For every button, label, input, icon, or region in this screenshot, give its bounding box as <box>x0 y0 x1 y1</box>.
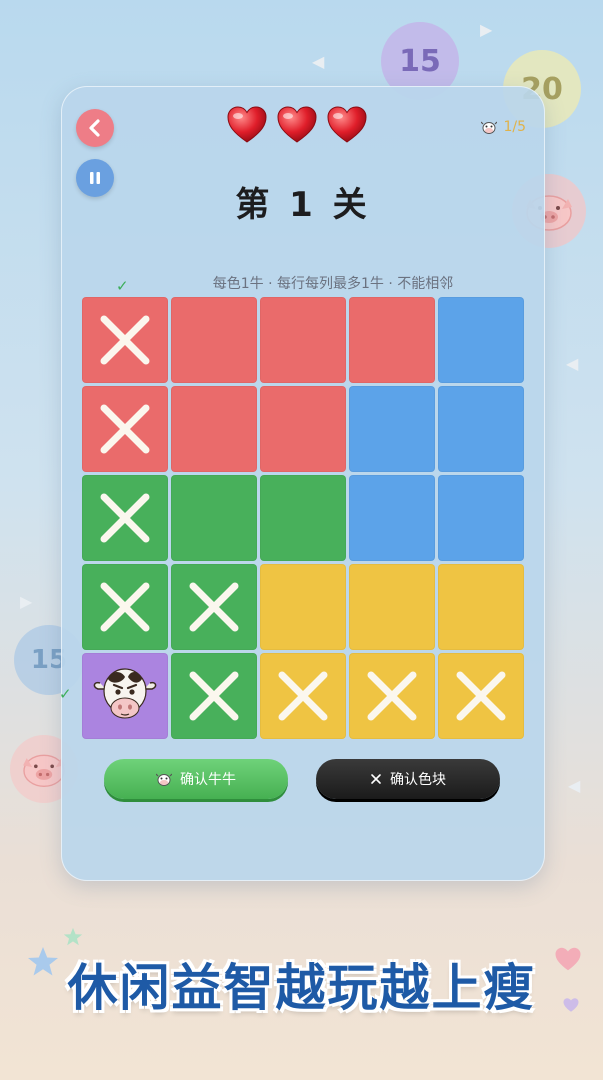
grid-cell-red[interactable] <box>260 297 346 383</box>
heart-icon <box>227 106 267 143</box>
cross-mark-icon <box>100 493 150 543</box>
confirm-cow-label: 确认牛牛 <box>180 772 236 788</box>
puzzle-grid <box>82 297 524 741</box>
grid-cell-green[interactable] <box>171 475 257 561</box>
grid-cell-red[interactable] <box>82 386 168 472</box>
grid-cell-blue[interactable] <box>349 386 435 472</box>
game-panel: 1/5 第 1 关 每色1牛 · 每行每列最多1牛 · 不能相邻 ✓ ✓ 确认牛… <box>59 86 545 881</box>
triangle-decoration-icon: ◀ <box>312 52 325 71</box>
grid-cell-yellow[interactable] <box>260 653 346 739</box>
grid-cell-yellow[interactable] <box>438 564 524 650</box>
grid-cell-yellow[interactable] <box>349 653 435 739</box>
column-check-icon: ✓ <box>116 277 129 295</box>
grid-cell-blue[interactable] <box>438 475 524 561</box>
cow-icon <box>156 773 172 786</box>
confirm-block-button[interactable]: 确认色块 <box>316 759 500 799</box>
cow-progress: 1/5 <box>481 119 526 135</box>
cross-mark-icon <box>456 671 506 721</box>
grid-cell-blue[interactable] <box>349 475 435 561</box>
grid-cell-purple[interactable] <box>82 653 168 739</box>
row-check-icon: ✓ <box>59 685 72 703</box>
lives-indicator <box>226 105 368 145</box>
triangle-decoration-icon: ▶ <box>20 592 33 611</box>
progress-text: 1/5 <box>503 119 526 135</box>
heart-icon <box>277 106 317 143</box>
star-decoration-icon <box>63 927 83 946</box>
level-title: 第 1 关 <box>235 185 371 225</box>
grid-cell-yellow[interactable] <box>438 653 524 739</box>
cross-mark-icon <box>367 671 417 721</box>
promo-slogan: 休闲益智越玩越上瘦 <box>67 959 536 1017</box>
cow-icon <box>93 668 157 719</box>
grid-cell-yellow[interactable] <box>349 564 435 650</box>
grid-cell-yellow[interactable] <box>260 564 346 650</box>
grid-cell-red[interactable] <box>82 297 168 383</box>
chevron-left-icon <box>89 119 100 137</box>
close-icon <box>371 774 381 784</box>
cross-mark-icon <box>100 404 150 454</box>
triangle-decoration-icon: ◀ <box>568 776 581 795</box>
cross-mark-icon <box>189 671 239 721</box>
grid-cell-green[interactable] <box>171 653 257 739</box>
back-button[interactable] <box>76 109 114 147</box>
grid-cell-blue[interactable] <box>438 297 524 383</box>
grid-cell-green[interactable] <box>82 475 168 561</box>
confirm-cow-button[interactable]: 确认牛牛 <box>104 759 288 799</box>
grid-cell-green[interactable] <box>260 475 346 561</box>
grid-cell-red[interactable] <box>260 386 346 472</box>
cow-icon <box>481 121 498 134</box>
cross-mark-icon <box>278 671 328 721</box>
cross-mark-icon <box>100 582 150 632</box>
triangle-decoration-icon: ◀ <box>566 354 579 373</box>
cross-mark-icon <box>189 582 239 632</box>
confirm-block-label: 确认色块 <box>390 772 446 788</box>
grid-cell-red[interactable] <box>349 297 435 383</box>
grid-cell-red[interactable] <box>171 297 257 383</box>
cross-mark-icon <box>100 315 150 365</box>
triangle-decoration-icon: ▶ <box>480 20 493 39</box>
rules-text: 每色1牛 · 每行每列最多1牛 · 不能相邻 <box>212 276 454 292</box>
grid-cell-green[interactable] <box>171 564 257 650</box>
grid-cell-red[interactable] <box>171 386 257 472</box>
grid-cell-blue[interactable] <box>438 386 524 472</box>
grid-cell-green[interactable] <box>82 564 168 650</box>
heart-icon <box>327 106 367 143</box>
